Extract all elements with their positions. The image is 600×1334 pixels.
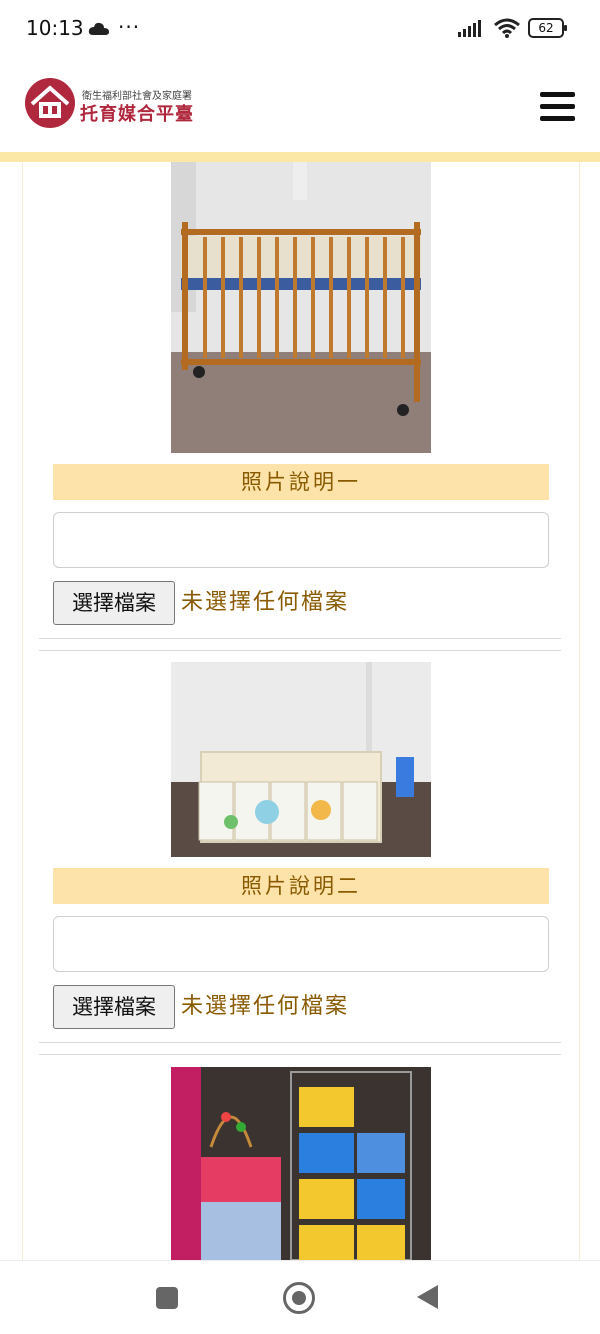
logo-title[interactable]: 托育媒合平臺 (80, 100, 194, 126)
header-accent-bar (0, 152, 600, 162)
photo-caption-2: 照片說明二 (53, 868, 549, 904)
notification-dots: ··· (118, 15, 141, 39)
photo-description-input-1[interactable] (53, 512, 549, 568)
choose-file-button-2[interactable]: 選擇檔案 (53, 985, 175, 1029)
file-status-2: 未選擇任何檔案 (181, 994, 350, 1019)
section-divider (39, 638, 561, 639)
system-nav-bar (0, 1260, 600, 1334)
back-icon[interactable] (417, 1285, 438, 1309)
toy-storage-shelf-photo (171, 1067, 431, 1260)
recent-apps-icon[interactable] (156, 1287, 178, 1309)
section-divider (39, 650, 561, 651)
site-header: 衛生福利部社會及家庭署 托育媒合平臺 (0, 56, 600, 152)
menu-icon[interactable] (540, 92, 576, 124)
house-logo-icon[interactable] (22, 78, 78, 128)
cloud-icon (88, 22, 109, 35)
photo-upload-form: 照片說明一 選擇檔案 未選擇任何檔案 照片說明二 選擇檔案 未選擇任何檔案 (22, 162, 580, 1260)
wifi-icon (494, 18, 520, 38)
wooden-crib-photo (171, 162, 431, 453)
status-bar: 10:13 ··· 62 (0, 0, 600, 56)
choose-file-button-1[interactable]: 選擇檔案 (53, 581, 175, 625)
home-icon[interactable] (283, 1282, 315, 1314)
section-divider (39, 1054, 561, 1055)
play-yard-fence-photo (171, 662, 431, 857)
file-status-1: 未選擇任何檔案 (181, 590, 350, 615)
photo-description-input-2[interactable] (53, 916, 549, 972)
status-time: 10:13 (26, 16, 84, 40)
status-indicators: 62 (458, 18, 567, 38)
battery-icon: 62 (528, 18, 567, 38)
section-divider (39, 1042, 561, 1043)
photo-caption-1: 照片說明一 (53, 464, 549, 500)
signal-icon (458, 20, 481, 37)
